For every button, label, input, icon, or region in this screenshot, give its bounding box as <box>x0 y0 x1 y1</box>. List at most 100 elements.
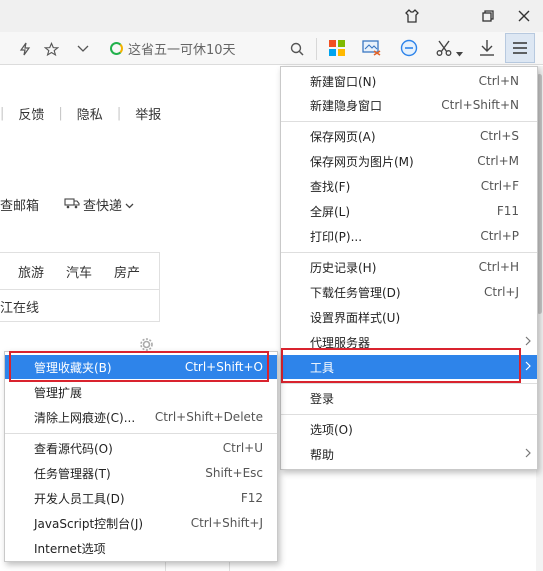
news-divider <box>0 289 160 290</box>
footer-links: | 反馈 | 隐私 | 举报 <box>0 103 175 123</box>
menu-item-find[interactable]: 查找(F) Ctrl+F <box>281 174 537 198</box>
menu-item-proxy[interactable]: 代理服务器 <box>281 330 537 354</box>
express-icon <box>64 197 80 212</box>
menu-item-downloads[interactable]: 下载任务管理(D) Ctrl+J <box>281 280 537 304</box>
chevron-right-icon <box>525 447 531 461</box>
search-icon[interactable] <box>286 38 308 60</box>
tab-house[interactable]: 房产 <box>114 262 140 281</box>
menu-item-ui-style[interactable]: 设置界面样式(U) <box>281 305 537 329</box>
close-icon[interactable] <box>514 6 534 26</box>
search-suggestion[interactable]: 这省五一可休10天 <box>110 37 310 59</box>
search-engine-icon <box>110 41 123 55</box>
scissors-icon[interactable] <box>433 37 455 59</box>
menu-item-shortcut: Ctrl+S <box>479 129 519 143</box>
menu-item-shortcut: Ctrl+N <box>478 74 519 88</box>
menu-item-task-manager[interactable]: 任务管理器(T) Shift+Esc <box>5 461 277 485</box>
menu-item-shortcut: F12 <box>240 491 263 505</box>
menu-item-new-window[interactable]: 新建窗口(N) Ctrl+N <box>281 69 537 93</box>
menu-separator <box>281 383 537 384</box>
menu-item-shortcut: Ctrl+P <box>480 229 519 243</box>
menu-item-label: 清除上网痕迹(C)... <box>34 410 136 425</box>
lightning-icon[interactable] <box>14 38 36 60</box>
main-menu: 新建窗口(N) Ctrl+N 新建隐身窗口 Ctrl+Shift+N 保存网页(… <box>280 66 538 470</box>
title-bar <box>0 0 543 32</box>
express-label: 查快递 <box>83 199 123 214</box>
menu-item-internet-options[interactable]: Internet选项 <box>5 536 277 560</box>
menu-item-fullscreen[interactable]: 全屏(L) F11 <box>281 199 537 223</box>
screenshot-icon[interactable] <box>361 37 383 59</box>
express-link[interactable]: 查快递 <box>64 195 134 214</box>
menu-item-print[interactable]: 打印(P)... Ctrl+P <box>281 224 537 248</box>
menu-item-label: Internet选项 <box>34 541 106 556</box>
menu-item-shortcut: Ctrl+U <box>222 441 263 455</box>
menu-item-label: JavaScript控制台(J) <box>34 516 144 531</box>
toolbar-divider <box>316 38 317 60</box>
menu-item-shortcut: Ctrl+M <box>477 154 519 168</box>
menu-item-manage-extensions[interactable]: 管理扩展 <box>5 380 277 404</box>
menu-item-js-console[interactable]: JavaScript控制台(J) Ctrl+Shift+J <box>5 511 277 535</box>
link-divider: | <box>58 105 63 121</box>
menu-item-manage-favorites[interactable]: 管理收藏夹(B) Ctrl+Shift+O <box>5 355 277 379</box>
menu-item-dev-tools[interactable]: 开发人员工具(D) F12 <box>5 486 277 510</box>
link-divider: | <box>116 105 122 121</box>
menu-item-label: 下载任务管理(D) <box>310 285 401 300</box>
menu-item-label: 设置界面样式(U) <box>310 310 401 325</box>
feedback-link[interactable]: 反馈 <box>18 104 44 123</box>
news-tabs: 旅游 汽车 房产 <box>18 262 162 281</box>
news-item[interactable]: 江在线 <box>0 297 39 316</box>
mail-label: 查邮箱 <box>0 199 40 214</box>
menu-item-label: 打印(P)... <box>310 229 363 244</box>
windows-apps-icon[interactable] <box>329 40 345 56</box>
skin-icon[interactable] <box>402 6 422 26</box>
tab-auto[interactable]: 汽车 <box>66 262 92 281</box>
menu-item-save-as-image[interactable]: 保存网页为图片(M) Ctrl+M <box>281 149 537 173</box>
menu-item-view-source[interactable]: 查看源代码(O) Ctrl+U <box>5 436 277 460</box>
menu-item-tools[interactable]: 工具 <box>281 355 537 379</box>
star-icon[interactable] <box>40 38 62 60</box>
menu-item-label: 帮助 <box>310 447 335 462</box>
menu-item-label: 代理服务器 <box>310 335 371 350</box>
menu-item-shortcut: Ctrl+H <box>478 260 519 274</box>
menu-button[interactable] <box>505 33 535 63</box>
menu-separator <box>281 414 537 415</box>
menu-item-label: 开发人员工具(D) <box>34 491 125 506</box>
menu-item-save-page[interactable]: 保存网页(A) Ctrl+S <box>281 124 537 148</box>
chevron-down-icon <box>125 198 134 212</box>
menu-item-shortcut: Ctrl+J <box>484 285 519 299</box>
menu-item-label: 管理收藏夹(B) <box>34 360 112 375</box>
menu-item-label: 新建隐身窗口 <box>310 98 383 113</box>
menu-item-label: 历史记录(H) <box>310 260 377 275</box>
menu-item-label: 管理扩展 <box>34 385 83 400</box>
tab-travel[interactable]: 旅游 <box>18 262 44 281</box>
menu-item-clear-history[interactable]: 清除上网痕迹(C)... Ctrl+Shift+Delete <box>5 405 277 429</box>
menu-item-help[interactable]: 帮助 <box>281 442 537 466</box>
minus-circle-icon[interactable] <box>398 37 420 59</box>
menu-separator <box>281 252 537 253</box>
menu-item-label: 保存网页为图片(M) <box>310 154 414 169</box>
tools-submenu: 管理收藏夹(B) Ctrl+Shift+O 管理扩展 清除上网痕迹(C)... … <box>4 351 278 562</box>
menu-item-label: 查看源代码(O) <box>34 441 113 456</box>
menu-item-shortcut: Ctrl+Shift+J <box>190 516 263 530</box>
menu-icon <box>513 42 527 54</box>
chevron-right-icon <box>525 360 531 374</box>
download-icon[interactable] <box>476 37 498 59</box>
menu-item-shortcut: Ctrl+Shift+Delete <box>154 410 263 424</box>
report-link[interactable]: 举报 <box>135 104 161 123</box>
search-hint-text: 这省五一可休10天 <box>128 42 236 58</box>
menu-item-history[interactable]: 历史记录(H) Ctrl+H <box>281 255 537 279</box>
menu-item-label: 新建窗口(N) <box>310 74 377 89</box>
menu-item-login[interactable]: 登录 <box>281 386 537 410</box>
menu-separator <box>5 433 277 434</box>
mail-link[interactable]: 查邮箱 <box>0 195 39 214</box>
menu-item-label: 查找(F) <box>310 179 351 194</box>
menu-item-label: 保存网页(A) <box>310 129 376 144</box>
scissors-dropdown-icon[interactable] <box>456 46 464 57</box>
privacy-link[interactable]: 隐私 <box>77 104 103 123</box>
menu-item-label: 任务管理器(T) <box>34 466 111 481</box>
menu-separator <box>281 121 537 122</box>
menu-item-new-incognito[interactable]: 新建隐身窗口 Ctrl+Shift+N <box>281 93 537 117</box>
restore-icon[interactable] <box>478 6 498 26</box>
chevron-right-icon <box>525 335 531 349</box>
chevron-down-icon[interactable] <box>72 38 94 60</box>
menu-item-options[interactable]: 选项(O) <box>281 417 537 441</box>
